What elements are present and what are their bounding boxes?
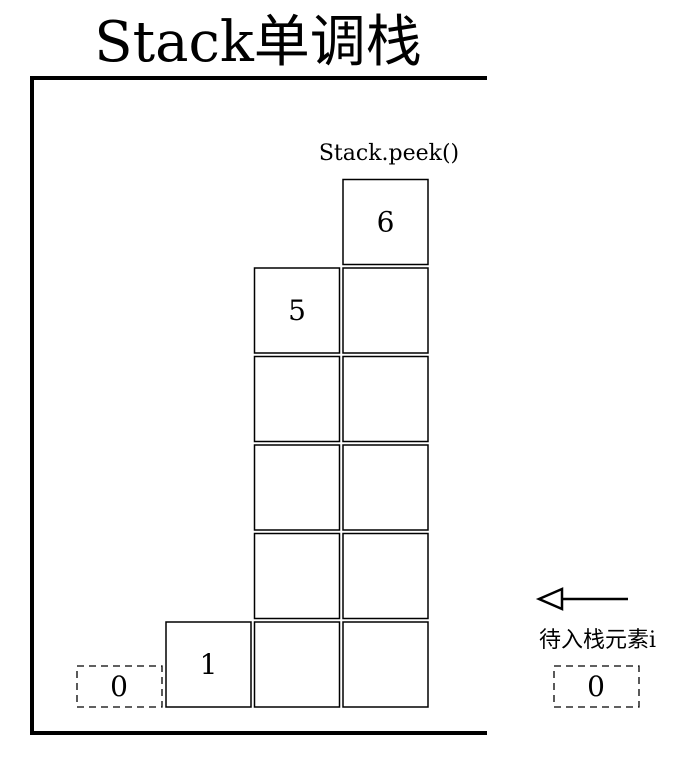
stack-cell (342, 621, 429, 708)
stack-bars: 1 5 6 (165, 178, 429, 708)
stack-cell (253, 355, 341, 443)
stack-cell (342, 267, 429, 354)
stack-bar-label: 5 (288, 294, 306, 327)
stack-bar-label: 6 (377, 206, 395, 239)
arrow-left-icon (535, 587, 628, 611)
diagram-canvas: Stack单调栈 Stack.peek() 0 1 5 6 待入栈元素i 0 (0, 0, 689, 758)
incoming-element-value: 0 (587, 670, 605, 703)
stack-cell (342, 532, 429, 620)
stack-bar-label: 1 (200, 648, 218, 681)
stack-diagram: Stack单调栈 Stack.peek() 0 1 5 6 待入栈元素i 0 (30, 10, 656, 735)
stack-cell (342, 444, 429, 531)
stack-cell (253, 444, 341, 531)
stack-cell (253, 532, 341, 620)
diagram-title: Stack单调栈 (94, 10, 422, 75)
stack-cell (253, 621, 341, 708)
popped-element-value: 0 (110, 670, 128, 703)
stack-cell (342, 355, 429, 443)
peek-label: Stack.peek() (319, 141, 459, 166)
incoming-element-label: 待入栈元素i (539, 628, 656, 653)
